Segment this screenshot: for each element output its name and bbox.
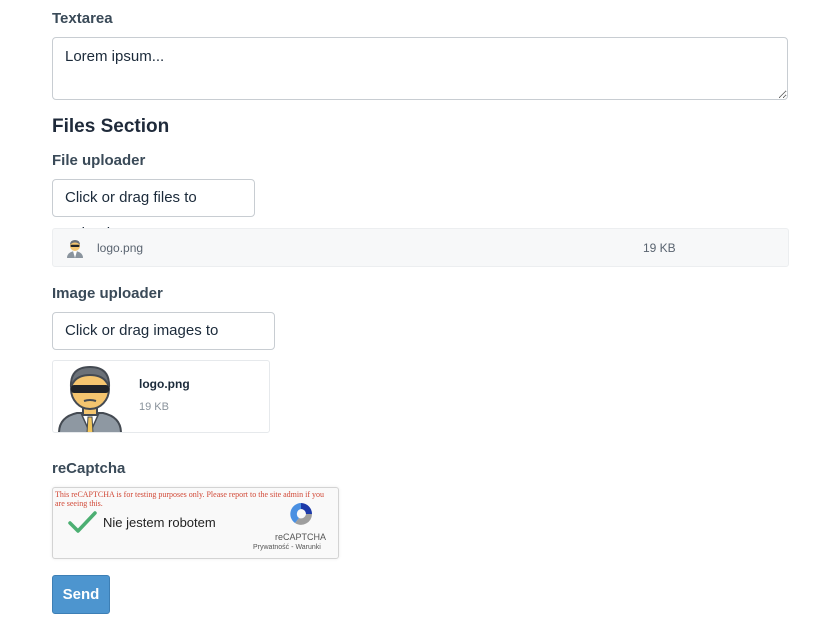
image-name: logo.png [139, 377, 190, 391]
files-section-title: Files Section [52, 116, 170, 137]
recaptcha-links: Prywatność - Warunki [253, 544, 321, 551]
recaptcha-label: reCaptcha [52, 460, 126, 477]
links-separator: - [291, 544, 294, 551]
image-preview-card: logo.png 19 KB [52, 360, 270, 433]
recaptcha-brand: reCAPTCHA [275, 532, 327, 542]
checkmark-icon[interactable] [67, 510, 97, 534]
image-uploader-label: Image uploader [52, 285, 163, 302]
textarea-label: Textarea [52, 10, 113, 27]
avatar-thumb-icon [66, 238, 84, 258]
send-button[interactable]: Send [52, 575, 110, 614]
avatar-preview-icon [57, 361, 123, 432]
file-upload-button[interactable]: Click or drag files to upload [52, 179, 255, 242]
image-size: 19 KB [139, 401, 169, 413]
recaptcha-logo-icon [286, 500, 316, 528]
file-uploader-label: File uploader [52, 152, 146, 169]
image-upload-button[interactable]: Click or drag images to upload [52, 312, 275, 375]
privacy-link[interactable]: Prywatność [253, 544, 289, 551]
textarea-input[interactable]: Lorem ipsum... [52, 37, 788, 100]
recaptcha-widget: This reCAPTCHA is for testing purposes o… [52, 487, 339, 559]
recaptcha-checkbox-label: Nie jestem robotem [103, 515, 216, 530]
file-name: logo.png [97, 241, 144, 255]
file-list-item: logo.png 19 KB [52, 228, 789, 267]
file-size: 19 KB [643, 241, 676, 255]
terms-link[interactable]: Warunki [295, 544, 320, 551]
